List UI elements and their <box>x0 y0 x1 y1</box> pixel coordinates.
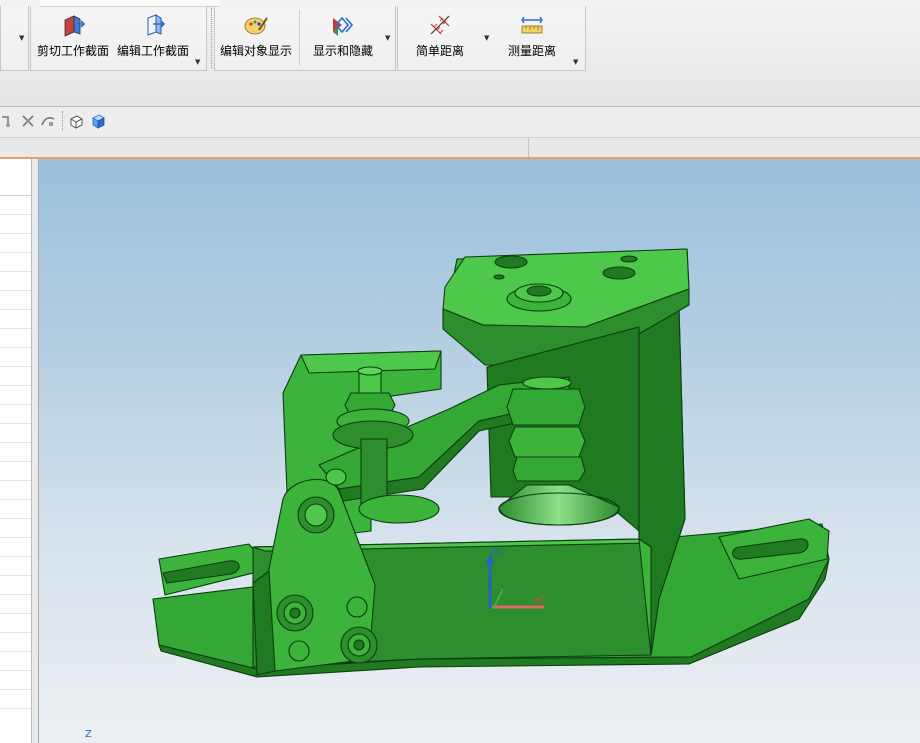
selection-toolbar <box>0 107 920 138</box>
navigator-row[interactable] <box>0 556 31 557</box>
edit-section-icon <box>147 14 166 36</box>
navigator-row[interactable] <box>0 632 31 633</box>
navigator-row[interactable] <box>0 404 31 405</box>
ruler-icon <box>521 16 543 34</box>
navigator-row[interactable] <box>0 347 31 348</box>
navigator-row[interactable] <box>0 290 31 291</box>
ribbon: ▼ 剪切工作截面 编辑工作截面 ▼ 编辑对象显示 显示和隐藏 ▼ 简单距离 ▼ … <box>0 0 920 107</box>
navigator-row[interactable] <box>0 252 31 253</box>
ribbon-group-display: 编辑对象显示 显示和隐藏 ▼ <box>214 6 396 71</box>
navigator-row[interactable] <box>0 271 31 272</box>
simple-distance-label: 简单距离 <box>415 44 464 58</box>
group-more-icon[interactable]: ▼ <box>573 58 578 66</box>
paint-palette-icon <box>244 17 268 35</box>
navigator-row[interactable] <box>0 385 31 386</box>
snap-intersection-icon[interactable] <box>20 113 36 129</box>
navigator-row[interactable] <box>0 233 31 234</box>
snap-curve-icon[interactable] <box>40 113 56 129</box>
navigator-row[interactable] <box>0 594 31 595</box>
navigator-row[interactable] <box>0 309 31 310</box>
ribbon-group-measure: 简单距离 ▼ 测量距离 ▼ <box>397 6 586 71</box>
navigator-header-line <box>0 195 31 196</box>
simple-distance-button[interactable]: 简单距离 <box>404 6 476 68</box>
edit-section-label: 编辑工作截面 <box>116 44 189 58</box>
wireframe-box-icon[interactable] <box>68 113 84 129</box>
navigator-row[interactable] <box>0 651 31 652</box>
clip-section-label: 剪切工作截面 <box>36 44 109 58</box>
clip-section-button[interactable]: 剪切工作截面 <box>35 6 111 68</box>
show-hide-dropdown-icon[interactable]: ▼ <box>385 34 390 42</box>
panel-splitter[interactable] <box>32 159 39 743</box>
navigator-row[interactable] <box>0 366 31 367</box>
navigator-row[interactable] <box>0 708 31 709</box>
ribbon-separator <box>211 8 213 68</box>
navigator-row[interactable] <box>0 670 31 671</box>
navigator-row[interactable] <box>0 689 31 690</box>
ribbon-partial-group: ▼ <box>0 6 29 71</box>
edit-object-display-label: 编辑对象显示 <box>219 44 292 58</box>
button-divider <box>299 10 300 66</box>
navigator-row[interactable] <box>0 499 31 500</box>
simple-distance-icon <box>430 15 450 35</box>
graphics-viewport[interactable]: ZC XC C Z <box>39 159 920 743</box>
navigator-row[interactable] <box>0 480 31 481</box>
abs-z-axis-label: Z <box>85 729 92 740</box>
navigator-row[interactable] <box>0 537 31 538</box>
tab-separator <box>528 138 529 157</box>
xc-axis-label: XC <box>533 595 547 606</box>
show-hide-icon <box>333 16 354 36</box>
simple-distance-dropdown-icon[interactable]: ▼ <box>484 34 489 42</box>
navigator-row[interactable] <box>0 613 31 614</box>
snap-point-icon[interactable] <box>0 113 16 129</box>
zc-axis-label: ZC <box>490 547 504 558</box>
show-hide-label: 显示和隐藏 <box>312 44 373 58</box>
navigator-row[interactable] <box>0 423 31 424</box>
measure-distance-label: 测量距离 <box>507 44 556 58</box>
graphics-tab-bar <box>0 138 920 159</box>
show-hide-button[interactable]: 显示和隐藏 <box>305 6 381 68</box>
navigator-row[interactable] <box>0 461 31 462</box>
clip-section-icon <box>64 15 86 37</box>
shaded-box-icon[interactable] <box>90 113 106 129</box>
dropdown-arrow-icon[interactable]: ▼ <box>19 34 24 42</box>
navigator-row[interactable] <box>0 214 31 215</box>
yc-axis-label: C <box>494 580 501 591</box>
navigator-row[interactable] <box>0 328 31 329</box>
toolbar-separator <box>62 111 64 131</box>
fixture-model[interactable] <box>39 159 920 743</box>
navigator-panel <box>0 159 32 743</box>
navigator-row[interactable] <box>0 518 31 519</box>
navigator-row[interactable] <box>0 575 31 576</box>
navigator-row[interactable] <box>0 442 31 443</box>
edit-section-button[interactable]: 编辑工作截面 <box>115 6 191 68</box>
measure-distance-button[interactable]: 测量距离 <box>496 6 568 68</box>
group-more-icon[interactable]: ▼ <box>195 58 200 66</box>
edit-object-display-button[interactable]: 编辑对象显示 <box>217 6 295 68</box>
ribbon-group-section: 剪切工作截面 编辑工作截面 ▼ <box>30 6 207 71</box>
